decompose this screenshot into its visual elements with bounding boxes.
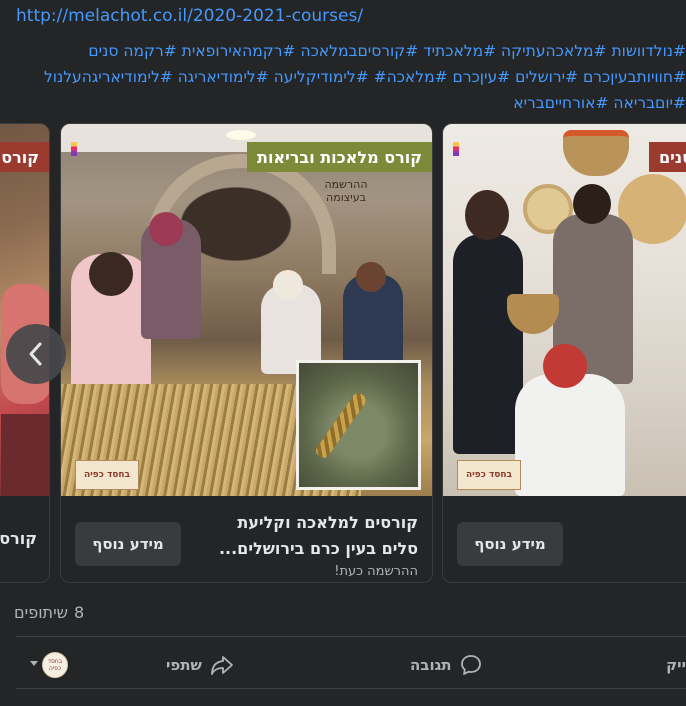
shares-number: 8 — [73, 603, 85, 622]
card-footer: מידע נוסף קורסים למלאכה וקליעת סלים בעין… — [61, 496, 432, 582]
learn-more-button[interactable]: מידע נוסף — [457, 522, 563, 566]
card-footer: קורס — [0, 496, 49, 582]
post-link[interactable]: http://melachot.co.il/2020-2021-courses/ — [16, 6, 363, 26]
divider — [16, 688, 686, 689]
card-photo: סנים בחסד כפיה — [443, 124, 686, 496]
instagram-icon — [71, 142, 77, 156]
like-label: ייק — [666, 656, 686, 674]
card-banner: קורס — [0, 142, 49, 172]
instagram-icon — [453, 142, 459, 156]
woven-object — [313, 390, 369, 461]
hashtag-line[interactable]: #נולדוושות #מלאכהעתיקה #מלאכתיד #קורסיםב… — [0, 38, 686, 64]
card-photo: קורס מלאכות ובריאות ההרשמה בעיצומה בחסד … — [61, 124, 432, 496]
chevron-left-icon — [29, 342, 42, 366]
caret-down-icon[interactable] — [30, 661, 38, 666]
carousel-card-right[interactable]: סנים בחסד כפיה מידע נוסף — [442, 123, 686, 583]
person-head — [89, 252, 133, 296]
carousel-card-middle[interactable]: קורס מלאכות ובריאות ההרשמה בעיצומה בחסד … — [60, 123, 433, 583]
divider — [16, 636, 686, 637]
like-button[interactable]: ייק — [666, 650, 686, 680]
person-figure — [515, 374, 625, 496]
shares-label: שיתופים — [14, 603, 68, 622]
share-icon — [211, 656, 233, 675]
page-avatar[interactable]: בחסד כפיה — [42, 652, 68, 678]
card-title: קורס — [0, 529, 37, 548]
basket-on-head — [563, 130, 629, 176]
brand-logo: בחסד כפיה — [75, 460, 139, 490]
person-head — [573, 184, 611, 224]
person-figure — [453, 234, 523, 454]
post-hashtags: #נולדוושות #מלאכהעתיקה #מלאכתיד #קורסיםב… — [0, 38, 686, 116]
card-title-line: קורסים למלאכה וקליעת — [237, 513, 418, 532]
card-photo: קורס — [0, 124, 49, 496]
card-subtitle: ההרשמה כעת! — [334, 564, 418, 579]
brand-logo: בחסד כפיה — [457, 460, 521, 490]
ceiling-light — [226, 130, 256, 140]
hashtag-line[interactable]: #חוויותבעיןכרם #ירושלים #עיןכרם #מלאכה# … — [0, 64, 686, 90]
signup-stamp: ההרשמה בעיצומה — [324, 178, 368, 204]
share-label: שתפי — [166, 656, 202, 674]
comment-label: תגובה — [410, 656, 452, 674]
ad-carousel: קורס קורס קורס מלאכות ובריאות ההרשמה בעי… — [0, 120, 686, 586]
person-figure — [1, 414, 49, 496]
shares-count[interactable]: 8 שיתופים — [14, 603, 84, 622]
learn-more-button[interactable]: מידע נוסף — [75, 522, 181, 566]
comment-button[interactable]: תגובה — [410, 650, 482, 680]
card-banner: סנים — [649, 142, 686, 172]
share-button[interactable]: שתפי — [166, 650, 234, 680]
person-head — [273, 270, 303, 300]
inset-photo — [296, 360, 421, 490]
hashtag-line[interactable]: #יוםבריאה #אורחייםבריא — [0, 90, 686, 116]
person-head — [543, 344, 587, 388]
carousel-prev-button[interactable] — [6, 324, 66, 384]
card-title-line: סלים בעין כרם בירושלים... — [218, 539, 418, 558]
person-head — [465, 190, 509, 240]
person-head — [149, 212, 183, 246]
card-footer: מידע נוסף — [443, 496, 686, 582]
card-banner: קורס מלאכות ובריאות — [247, 142, 432, 172]
person-head — [356, 262, 386, 292]
comment-icon — [460, 655, 481, 675]
